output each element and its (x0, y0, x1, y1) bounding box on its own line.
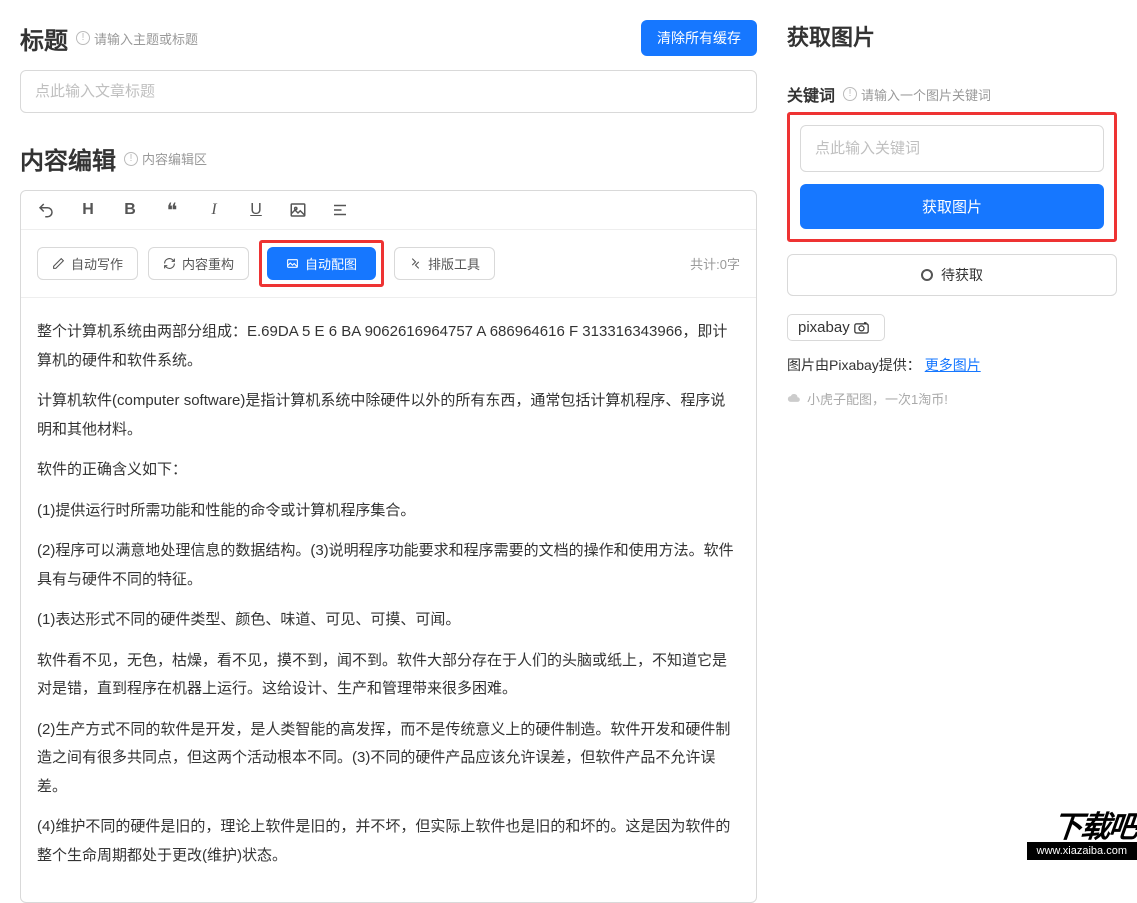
circle-icon (921, 269, 933, 281)
paragraph: 计算机软件(computer software)是指计算机系统中除硬件以外的所有… (37, 387, 740, 444)
content-section-label: 内容编辑 (20, 141, 116, 176)
editor-container: H B ❝ I U 自动写作 (20, 190, 757, 903)
keyword-label: 关键词 (787, 82, 835, 106)
title-section-label: 标题 (20, 21, 68, 56)
title-header: 标题 ! 请输入主题或标题 清除所有缓存 (20, 20, 757, 56)
action-toolbar: 自动写作 内容重构 自动配图 排版工具 (21, 230, 756, 298)
title-hint: ! 请输入主题或标题 (76, 29, 198, 48)
camera-icon (854, 321, 874, 335)
pencil-icon (52, 257, 65, 270)
refresh-icon (163, 257, 176, 270)
info-icon: ! (124, 152, 138, 166)
main-column: 标题 ! 请输入主题或标题 清除所有缓存 内容编辑 ! 内容编辑区 (20, 20, 757, 903)
align-left-icon[interactable] (331, 201, 349, 219)
underline-icon[interactable]: U (247, 201, 265, 219)
keyword-highlight-box: 获取图片 (787, 112, 1117, 242)
auto-image-button[interactable]: 自动配图 (267, 247, 376, 280)
layout-icon (409, 257, 422, 270)
clear-cache-button[interactable]: 清除所有缓存 (641, 20, 757, 56)
pending-button[interactable]: 待获取 (787, 254, 1117, 296)
quote-icon[interactable]: ❝ (163, 201, 181, 219)
footer-note: 小虎子配图，一次1淘币! (787, 389, 1117, 408)
fetch-image-button[interactable]: 获取图片 (800, 184, 1104, 229)
paragraph: (2)程序可以满意地处理信息的数据结构。(3)说明程序功能要求和程序需要的文档的… (37, 537, 740, 594)
keyword-input[interactable] (800, 125, 1104, 172)
auto-write-button[interactable]: 自动写作 (37, 247, 138, 280)
info-icon: ! (843, 87, 857, 101)
pixabay-badge: pixabay (787, 314, 885, 341)
undo-icon[interactable] (37, 201, 55, 219)
picture-icon (286, 257, 299, 270)
paragraph: (4)维护不同的硬件是旧的，理论上软件是旧的，并不坏，但实际上软件也是旧的和坏的… (37, 813, 740, 870)
layout-tool-button[interactable]: 排版工具 (394, 247, 495, 280)
heading-icon[interactable]: H (79, 201, 97, 219)
image-icon[interactable] (289, 201, 307, 219)
paragraph: (1)提供运行时所需功能和性能的命令或计算机程序集合。 (37, 497, 740, 526)
restructure-button[interactable]: 内容重构 (148, 247, 249, 280)
auto-image-highlight: 自动配图 (259, 240, 384, 287)
provider-row: 图片由Pixabay提供： 更多图片 (787, 355, 1117, 375)
paragraph: 软件看不见，无色，枯燥，看不见，摸不到，闻不到。软件大部分存在于人们的头脑或纸上… (37, 647, 740, 704)
paragraph: (2)生产方式不同的软件是开发，是人类智能的高发挥，而不是传统意义上的硬件制造。… (37, 716, 740, 802)
content-header: 内容编辑 ! 内容编辑区 (20, 141, 757, 176)
format-toolbar: H B ❝ I U (21, 191, 756, 230)
bold-icon[interactable]: B (121, 201, 139, 219)
paragraph: 整个计算机系统由两部分组成：E.69DA 5 E 6 BA 9062616964… (37, 318, 740, 375)
sidebar: 获取图片 关键词 ! 请输入一个图片关键词 获取图片 待获取 pixabay 图… (787, 20, 1117, 903)
keyword-hint: ! 请输入一个图片关键词 (843, 85, 991, 104)
article-title-input[interactable] (20, 70, 757, 113)
italic-icon[interactable]: I (205, 201, 223, 219)
content-hint: ! 内容编辑区 (124, 149, 207, 168)
paragraph: (1)表达形式不同的硬件类型、颜色、味道、可见、可摸、可闻。 (37, 606, 740, 635)
paragraph: 软件的正确含义如下： (37, 456, 740, 485)
info-icon: ! (76, 31, 90, 45)
sidebar-title: 获取图片 (787, 20, 1117, 52)
char-count: 共计:0字 (690, 254, 740, 273)
editor-body[interactable]: 整个计算机系统由两部分组成：E.69DA 5 E 6 BA 9062616964… (21, 298, 756, 902)
cloud-icon (787, 392, 801, 406)
more-images-link[interactable]: 更多图片 (925, 357, 981, 373)
keyword-label-row: 关键词 ! 请输入一个图片关键词 (787, 82, 1117, 106)
